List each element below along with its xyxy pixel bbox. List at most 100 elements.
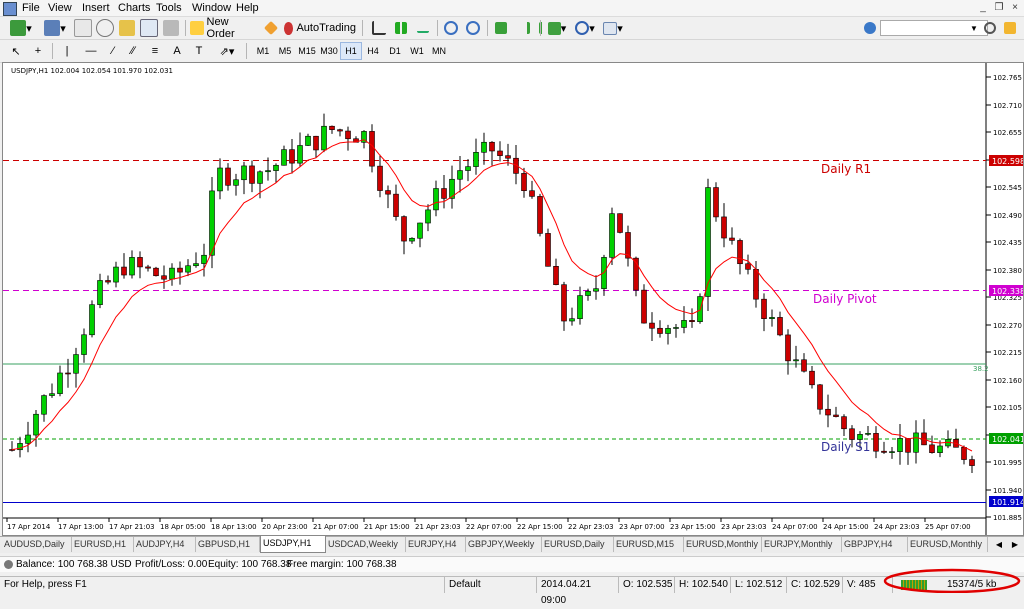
timeframe-m30[interactable]: M30 (318, 42, 340, 60)
time-tick-label: 18 Apr 05:00 (160, 523, 206, 531)
menu-help[interactable]: Help (236, 2, 259, 14)
profiles-button[interactable]: ▾ (40, 19, 70, 37)
candle-body (265, 170, 271, 173)
tab-audjpy-h4[interactable]: AUDJPY,H4 (134, 537, 196, 552)
tab-gbpjpy-h4[interactable]: GBPJPY,H4 (842, 537, 908, 552)
time-tick-label: 17 Apr 21:03 (109, 523, 155, 531)
cursor-button[interactable]: ↖ (8, 42, 24, 60)
timeframe-m1[interactable]: M1 (252, 42, 274, 60)
tab-eurusd-monthly[interactable]: EURUSD,Monthly (684, 537, 762, 552)
timeframe-w1[interactable]: W1 (406, 42, 428, 60)
tab-eurusd-m15[interactable]: EURUSD,M15 (614, 537, 684, 552)
navigator-button[interactable] (118, 19, 136, 37)
timeframe-m15[interactable]: M15 (296, 42, 318, 60)
menu-file[interactable]: File (22, 2, 40, 14)
tile-windows-button[interactable] (492, 19, 510, 37)
market-watch-button[interactable] (74, 19, 92, 37)
vertical-line-icon: | (65, 45, 69, 57)
periods-button[interactable]: ▾ (572, 19, 598, 37)
candle-body (961, 447, 967, 460)
channel-button[interactable]: ∕∕ (124, 42, 142, 60)
search-dropdown[interactable]: ▼ (968, 19, 980, 37)
candle-body (401, 216, 407, 242)
price-tick-label: 102.435 (993, 239, 1022, 247)
tab-gbpjpy-weekly[interactable]: GBPJPY,Weekly (466, 537, 542, 552)
menu-view[interactable]: View (48, 2, 72, 14)
candle-body (25, 434, 31, 444)
templates-button[interactable]: ▾ (600, 19, 626, 37)
text-button[interactable]: A (170, 42, 184, 60)
tab-eurjpy-monthly[interactable]: EURJPY,Monthly (762, 537, 842, 552)
candle-body (689, 320, 695, 322)
menu-window[interactable]: Window (192, 2, 231, 14)
time-axis-labels: 17 Apr 2014 17 Apr 13:00 17 Apr 21:03 18 Ap… (6, 518, 971, 531)
community-button[interactable] (1002, 19, 1018, 37)
menu-insert[interactable]: Insert (82, 2, 110, 14)
candle-body (129, 257, 135, 276)
indicators-button[interactable]: ▾ (544, 19, 570, 37)
chart-window[interactable]: USDJPY,H1 102.004 102.054 101.970 102.03… (2, 62, 1024, 536)
candle-body (681, 320, 687, 328)
fibonacci-button[interactable]: ≡ (146, 42, 164, 60)
tab-eurjpy-h4[interactable]: EURJPY,H4 (406, 537, 466, 552)
zoom-out-button[interactable] (464, 19, 482, 37)
tab-eurusd-daily[interactable]: EURUSD,Daily (542, 537, 614, 552)
vertical-line-button[interactable]: | (60, 42, 74, 60)
status-profile[interactable]: Default (444, 577, 536, 593)
candlestick-button[interactable] (392, 19, 410, 37)
tab-scroll-right-icon[interactable]: ▶ (1008, 537, 1022, 552)
tab-gbpusd-h1[interactable]: GBPUSD,H1 (196, 537, 260, 552)
status-high: H: 102.540 (674, 577, 730, 593)
bar-chart-button[interactable] (370, 19, 388, 37)
tab-eurusd-h1[interactable]: EURUSD,H1 (72, 537, 134, 552)
auto-scroll-button[interactable] (514, 19, 532, 37)
settings-button[interactable] (862, 19, 878, 37)
crosshair-button[interactable]: + (30, 42, 46, 60)
tab-usdjpy-h1[interactable]: USDJPY,H1 (260, 536, 326, 553)
time-tick-label: 23 Apr 07:00 (619, 523, 665, 531)
price-tick-label: 102.380 (993, 267, 1022, 275)
candle-body (481, 141, 487, 153)
candle-body (577, 295, 583, 319)
autotrading-button[interactable]: AutoTrading (284, 19, 356, 37)
tab-scroll-left-icon[interactable]: ◀ (992, 537, 1006, 552)
menu-charts[interactable]: Charts (118, 2, 150, 14)
zoom-in-button[interactable] (442, 19, 460, 37)
time-tick-label: 22 Apr 15:00 (517, 523, 563, 531)
terminal-button[interactable] (140, 19, 158, 37)
tab-usdcad-weekly[interactable]: USDCAD,Weekly (326, 537, 406, 552)
horizontal-line-button[interactable]: — (80, 42, 102, 60)
timeframe-h1[interactable]: H1 (340, 42, 362, 60)
timeframe-h4[interactable]: H4 (362, 42, 384, 60)
tab-audusd-daily[interactable]: AUDUSD,Daily (2, 537, 72, 552)
new-chart-button[interactable]: ▾ (6, 19, 36, 37)
price-tick-label: 102.710 (993, 102, 1022, 110)
data-window-button[interactable] (96, 19, 114, 37)
candle-body (769, 317, 775, 319)
gear-icon (864, 22, 876, 34)
timeframe-m5[interactable]: M5 (274, 42, 296, 60)
search-button[interactable] (982, 19, 998, 37)
price-chart[interactable]: USDJPY,H1 102.004 102.054 101.970 102.03… (3, 63, 1023, 535)
minimize-icon[interactable]: _ (976, 1, 990, 14)
time-tick-label: 21 Apr 23:03 (415, 523, 461, 531)
line-chart-button[interactable] (414, 19, 432, 37)
status-bar: For Help, press F1 Default 2014.04.21 09… (0, 568, 1024, 606)
close-icon[interactable]: × (1008, 1, 1022, 14)
candle-body (881, 450, 887, 453)
arrows-button[interactable]: ⇗▾ (214, 42, 240, 60)
tab-eurusd-monthly-2[interactable]: EURUSD,Monthly (908, 537, 988, 552)
fib-level-label: 38.2 (973, 365, 989, 373)
candle-body (65, 372, 71, 375)
trendline-button[interactable]: ⁄ (104, 42, 122, 60)
metaeditor-button[interactable] (262, 19, 280, 37)
new-order-button[interactable]: New Order (190, 16, 258, 40)
timeframe-mn[interactable]: MN (428, 42, 450, 60)
menu-tools[interactable]: Tools (156, 2, 182, 14)
candle-body (329, 125, 335, 130)
strategy-tester-button[interactable] (162, 19, 180, 37)
restore-icon[interactable]: ❐ (992, 1, 1006, 14)
text-label-button[interactable]: T (190, 42, 208, 60)
candle-body (969, 459, 975, 466)
timeframe-d1[interactable]: D1 (384, 42, 406, 60)
